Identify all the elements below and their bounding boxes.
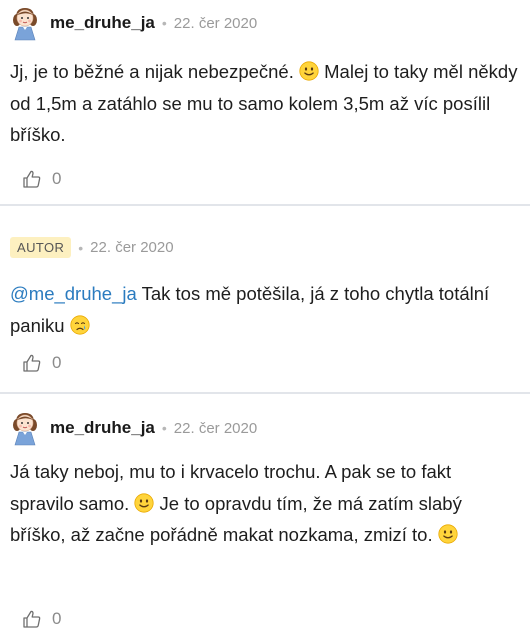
smiling-face-emoji-icon [134, 493, 154, 513]
like-button[interactable]: 0 [22, 169, 61, 189]
comment-text-part: Jj, je to běžné a nijak nebezpečné. [10, 61, 294, 82]
comment-text: Jj, je to běžné a nijak nebezpečné. Male… [10, 56, 518, 151]
separator-dot: • [78, 239, 84, 256]
comment-item: me_druhe_ja • 22. čer 2020 Jj, je to běž… [0, 0, 530, 204]
like-button[interactable]: 0 [22, 609, 61, 629]
smiling-face-emoji-icon [438, 524, 458, 544]
like-count: 0 [52, 169, 62, 188]
comment-header: me_druhe_ja • 22. čer 2020 [10, 410, 257, 446]
like-count: 0 [52, 353, 62, 372]
like-button[interactable]: 0 [22, 353, 61, 373]
separator-dot: • [161, 15, 167, 31]
comment-header: me_druhe_ja • 22. čer 2020 [10, 5, 257, 41]
smiling-face-emoji-icon [299, 61, 319, 81]
thumbs-up-icon[interactable] [22, 609, 42, 629]
user-mention-link[interactable]: @me_druhe_ja [10, 283, 137, 304]
author-badge: AUTOR [10, 237, 72, 258]
avatar-icon[interactable] [10, 5, 40, 41]
comment-date: 22. čer 2020 [173, 14, 258, 32]
comment-date: 22. čer 2020 [90, 239, 174, 256]
thumbs-up-icon[interactable] [22, 169, 42, 189]
username[interactable]: me_druhe_ja [50, 13, 155, 33]
thumbs-up-icon[interactable] [22, 353, 42, 373]
username[interactable]: me_druhe_ja [50, 418, 155, 438]
separator-dot: • [161, 420, 167, 436]
crying-face-emoji-icon [70, 315, 90, 335]
comment-item: AUTOR • 22. čer 2020 @me_druhe_ja Tak to… [0, 206, 530, 392]
comment-date: 22. čer 2020 [173, 419, 258, 437]
comment-text: Já taky neboj, mu to i krvacelo trochu. … [10, 456, 518, 551]
comment-item: me_druhe_ja • 22. čer 2020 Já taky neboj… [0, 394, 530, 630]
like-count: 0 [52, 609, 62, 628]
comment-header: AUTOR • 22. čer 2020 [10, 237, 174, 258]
avatar-icon[interactable] [10, 410, 40, 446]
comment-text: @me_druhe_ja Tak tos mě potěšila, já z t… [10, 278, 518, 341]
